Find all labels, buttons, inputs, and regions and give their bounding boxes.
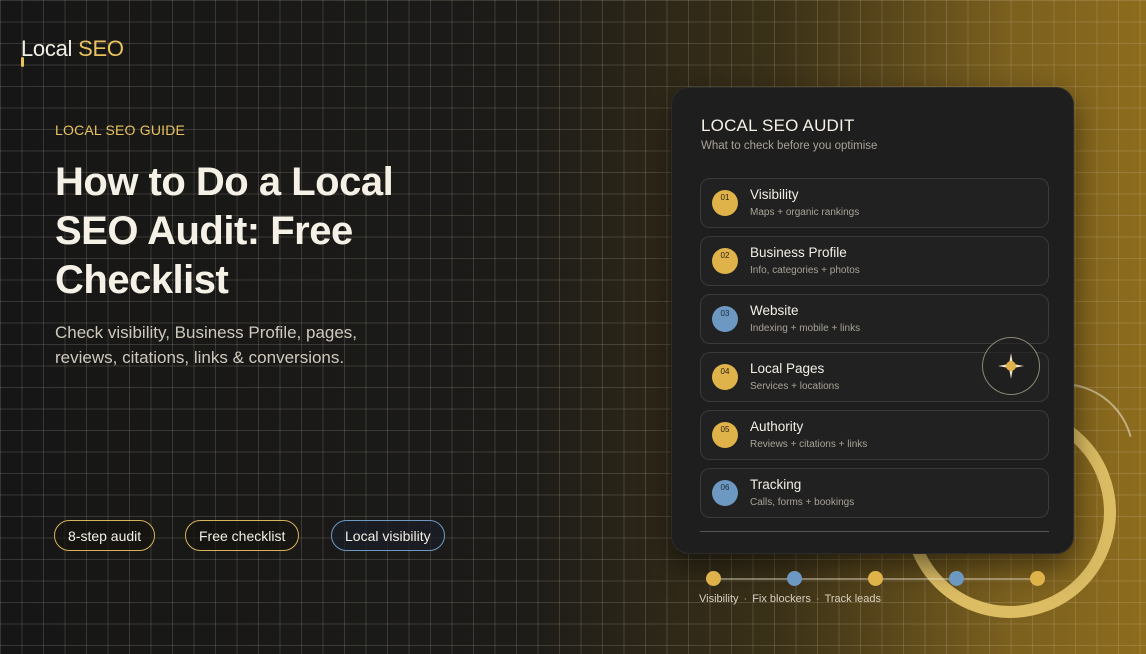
checklist-item-title: Visibility (750, 187, 799, 202)
card-divider (700, 531, 1049, 532)
timeline-dot (949, 571, 964, 586)
audit-card: LOCAL SEO AUDIT What to check before you… (671, 87, 1074, 554)
checklist-item-title: Website (750, 303, 799, 318)
timeline-dot (706, 571, 721, 586)
checklist-item-desc: Indexing + mobile + links (750, 323, 861, 334)
checklist-item-desc: Calls, forms + bookings (750, 497, 855, 508)
checklist-item-desc: Maps + organic rankings (750, 207, 860, 218)
checklist-item-title: Business Profile (750, 245, 847, 260)
checklist-item-title: Tracking (750, 477, 802, 492)
card-title: LOCAL SEO AUDIT (701, 116, 855, 135)
timeline-dot (868, 571, 883, 586)
pill-free-checklist: Free checklist (185, 520, 300, 551)
pill-local-visibility: Local visibility (331, 520, 445, 551)
step-number-badge: 01 (712, 190, 738, 216)
checklist-item-business-profile[interactable]: 02 Business Profile Info, categories + p… (700, 236, 1049, 286)
logo-mark (21, 57, 24, 67)
step-number-badge: 06 (712, 480, 738, 506)
pill-8-step-audit: 8-step audit (54, 520, 156, 551)
sparkle-icon (998, 353, 1024, 379)
logo-text-local: Local (21, 36, 73, 61)
timeline-dot (1030, 571, 1045, 586)
checklist-item-desc: Reviews + citations + links (750, 439, 868, 450)
checklist-item-authority[interactable]: 05 Authority Reviews + citations + links (700, 410, 1049, 460)
checklist-item-title: Authority (750, 419, 804, 434)
step-number-badge: 02 (712, 248, 738, 274)
checklist-item-title: Local Pages (750, 361, 825, 376)
timeline-labels: Visibility · Fix blockers · Track leads (699, 593, 881, 605)
checklist-item-tracking[interactable]: 06 Tracking Calls, forms + bookings (700, 468, 1049, 518)
sparkle-badge (982, 337, 1040, 395)
card-subtitle: What to check before you optimise (701, 140, 878, 152)
timeline-separator: · (815, 593, 820, 605)
timeline-separator: · (743, 593, 748, 605)
logo[interactable]: Local SEO (21, 36, 124, 62)
page-subtitle: Check visibility, Business Profile, page… (55, 323, 358, 367)
timeline-label-visibility: Visibility (699, 593, 739, 605)
timeline-label-track-leads: Track leads (824, 593, 882, 605)
step-number-badge: 05 (712, 422, 738, 448)
timeline-label-fix-blockers: Fix blockers (752, 593, 811, 605)
logo-text-seo: SEO (78, 36, 124, 61)
checklist-item-desc: Info, categories + photos (750, 265, 860, 276)
timeline-dot (787, 571, 802, 586)
checklist-item-visibility[interactable]: 01 Visibility Maps + organic rankings (700, 178, 1049, 228)
eyebrow-label: LOCAL SEO GUIDE (55, 122, 186, 138)
step-number-badge: 03 (712, 306, 738, 332)
checklist-item-website[interactable]: 03 Website Indexing + mobile + links (700, 294, 1049, 344)
step-number-badge: 04 (712, 364, 738, 390)
page-title: How to Do a Local SEO Audit: Free Checkl… (55, 160, 394, 302)
checklist-item-desc: Services + locations (750, 381, 840, 392)
